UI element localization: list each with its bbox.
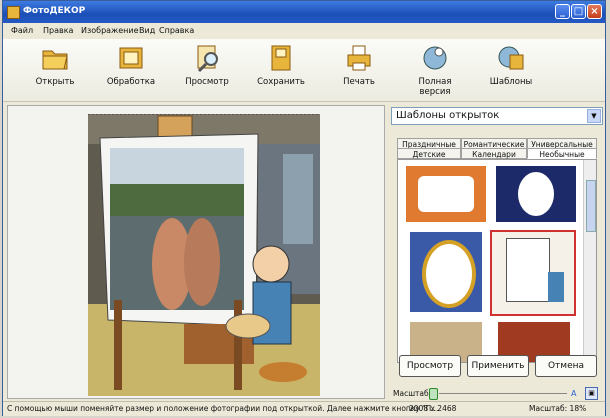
minimize-button[interactable]: _ xyxy=(555,4,570,19)
app-icon xyxy=(7,6,20,19)
apply-template-button[interactable]: Применить xyxy=(467,355,529,377)
status-image-size: 2008 x 2468 xyxy=(409,404,457,413)
menu-view[interactable]: Вид xyxy=(139,26,155,35)
preview-magnifier-icon xyxy=(192,43,222,73)
tab-calendars[interactable]: Календари xyxy=(461,148,527,159)
maximize-button[interactable]: □ xyxy=(571,4,586,19)
templates-panel: Шаблоны открыток ▼ Праздничные Романтиче… xyxy=(389,105,605,401)
menu-file[interactable]: Файл xyxy=(11,26,33,35)
full-version-label: Полная версия xyxy=(418,77,452,97)
print-label: Печать xyxy=(343,77,375,87)
preview-template-button[interactable]: Просмотр xyxy=(399,355,461,377)
window-title: ФотоДЕКОР xyxy=(23,6,86,16)
processing-icon xyxy=(116,43,146,73)
preview-label: Просмотр xyxy=(185,77,229,87)
menu-help[interactable]: Справка xyxy=(159,26,194,35)
toolbar: Открыть Обработка Просмотр Сохранить Печ… xyxy=(3,39,605,102)
zoom-row: Масштаб A ▣ xyxy=(389,387,605,401)
full-version-icon xyxy=(420,43,450,73)
processing-label: Обработка xyxy=(106,77,156,87)
chevron-down-icon[interactable]: ▼ xyxy=(587,109,601,123)
menu-bar: Файл Правка Изображение Вид Справка xyxy=(3,23,605,39)
cancel-template-button[interactable]: Отмена xyxy=(535,355,597,377)
status-zoom: Масштаб: 18% xyxy=(529,404,587,413)
zoom-in-icon[interactable]: A xyxy=(571,389,576,398)
save-icon xyxy=(266,43,296,73)
title-bar[interactable]: ФотоДЕКОР _ □ × xyxy=(3,1,605,23)
status-bar: С помощью мыши поменяйте размер и положе… xyxy=(3,401,605,416)
processing-button[interactable]: Обработка xyxy=(99,43,163,87)
templates-icon xyxy=(496,43,526,73)
fit-window-icon[interactable]: ▣ xyxy=(585,387,598,400)
scrollbar-thumb[interactable] xyxy=(586,180,596,232)
template-thumbnail[interactable] xyxy=(410,232,482,312)
open-label: Открыть xyxy=(35,77,75,87)
status-hint: С помощью мыши поменяйте размер и положе… xyxy=(7,404,439,413)
print-button[interactable]: Печать xyxy=(327,43,391,87)
tab-children[interactable]: Детские xyxy=(397,148,461,159)
tab-unusual[interactable]: Необычные xyxy=(527,148,597,159)
open-folder-icon xyxy=(40,43,70,73)
zoom-slider-handle[interactable] xyxy=(429,388,438,400)
templates-button[interactable]: Шаблоны xyxy=(479,43,543,87)
zoom-slider-track[interactable] xyxy=(439,393,567,394)
preview-button[interactable]: Просмотр xyxy=(175,43,239,87)
gallery-scrollbar[interactable] xyxy=(583,160,596,362)
template-thumbnail[interactable] xyxy=(496,166,576,222)
full-version-button[interactable]: Полная версия xyxy=(403,43,467,97)
menu-image[interactable]: Изображение xyxy=(81,26,139,35)
postcard-preview[interactable] xyxy=(88,113,320,396)
template-category-select[interactable]: Шаблоны открыток ▼ xyxy=(391,107,603,125)
save-label: Сохранить xyxy=(257,77,305,87)
template-gallery xyxy=(397,159,597,363)
open-button[interactable]: Открыть xyxy=(23,43,87,87)
postcard-image xyxy=(88,113,320,396)
menu-edit[interactable]: Правка xyxy=(43,26,73,35)
zoom-label: Масштаб xyxy=(393,389,429,398)
templates-label: Шаблоны xyxy=(489,77,533,87)
template-thumbnail-selected[interactable] xyxy=(490,230,576,316)
template-category-value: Шаблоны открыток xyxy=(396,110,500,121)
close-button[interactable]: × xyxy=(587,4,602,19)
app-window: ФотоДЕКОР _ □ × Файл Правка Изображение … xyxy=(2,0,606,416)
template-thumbnail[interactable] xyxy=(406,166,486,222)
print-icon xyxy=(344,43,374,73)
save-button[interactable]: Сохранить xyxy=(249,43,313,87)
